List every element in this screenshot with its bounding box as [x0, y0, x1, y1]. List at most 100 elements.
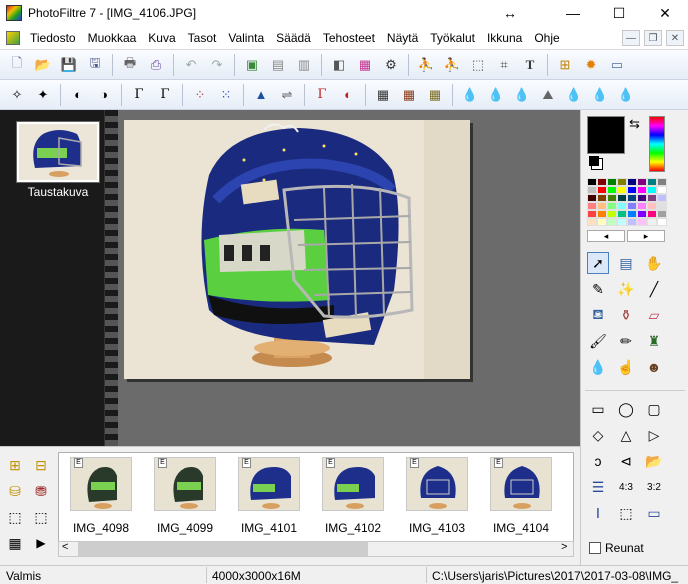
transform-select-icon[interactable]: ⬚: [615, 502, 637, 524]
polygon-lasso-icon[interactable]: ⊲: [615, 450, 637, 472]
pointer-tool-icon[interactable]: ➚: [587, 252, 609, 274]
drop-filter-3-icon[interactable]: 💧: [511, 84, 533, 106]
menu-tyokalut[interactable]: Työkalut: [424, 31, 481, 45]
color-swatch[interactable]: [607, 202, 617, 210]
color-swatch[interactable]: [617, 194, 627, 202]
menu-kuva[interactable]: Kuva: [142, 31, 181, 45]
color-grid-icon[interactable]: ▦: [354, 54, 376, 76]
tree-folder-icon[interactable]: ⊞: [4, 454, 26, 476]
menu-tehosteet[interactable]: Tehosteet: [317, 31, 381, 45]
color-swatch[interactable]: [617, 186, 627, 194]
menu-valinta[interactable]: Valinta: [222, 31, 270, 45]
color-swatch[interactable]: [647, 202, 657, 210]
color-swatch[interactable]: [647, 178, 657, 186]
minimize-button[interactable]: —: [550, 0, 596, 26]
undo-icon[interactable]: ↶: [180, 54, 202, 76]
duplicate-icon[interactable]: ▥: [293, 54, 315, 76]
saturation-minus-icon[interactable]: ⁘: [189, 84, 211, 106]
eyedropper-icon[interactable]: ✎: [587, 278, 609, 300]
save-icon[interactable]: 💾: [58, 54, 80, 76]
drop-filter-4-icon[interactable]: 💧: [563, 84, 585, 106]
new-file-icon[interactable]: 🗋: [6, 54, 28, 76]
fill-bucket-icon[interactable]: ⛾: [587, 304, 609, 326]
color-swatch[interactable]: [657, 178, 667, 186]
automation-icon[interactable]: ⚙: [380, 54, 402, 76]
print-icon[interactable]: 🖶: [119, 54, 141, 76]
person-run-icon[interactable]: ⛹: [441, 54, 463, 76]
triangle-shape-icon[interactable]: △: [615, 424, 637, 446]
pattern-grid-2-icon[interactable]: ▦: [398, 84, 420, 106]
drop-filter-5-icon[interactable]: 💧: [589, 84, 611, 106]
swap-colors-icon[interactable]: ⇆: [629, 116, 640, 132]
smudge-finger-icon[interactable]: ☝: [615, 356, 637, 378]
mdi-restore-button[interactable]: ❐: [644, 30, 662, 46]
copy-icon[interactable]: ▤: [267, 54, 289, 76]
color-swatch[interactable]: [597, 186, 607, 194]
color-swatch[interactable]: [597, 210, 607, 218]
color-swatch[interactable]: [597, 218, 607, 226]
gradient-icon[interactable]: ◧: [328, 54, 350, 76]
color-swatch[interactable]: [657, 210, 667, 218]
color-swatch[interactable]: [637, 210, 647, 218]
menu-tasot[interactable]: Tasot: [182, 31, 223, 45]
spray-icon[interactable]: ⚱: [615, 304, 637, 326]
paste-image-icon[interactable]: ▣: [241, 54, 263, 76]
select-dashed-2-icon[interactable]: ⬚: [30, 506, 52, 528]
color-swatch[interactable]: [587, 186, 597, 194]
ellipse-shape-icon[interactable]: ◯: [615, 398, 637, 420]
grid-view-icon[interactable]: ▦: [4, 532, 26, 554]
hue-slider[interactable]: [649, 116, 665, 172]
menu-ohje[interactable]: Ohje: [528, 31, 565, 45]
color-swatch[interactable]: [657, 186, 667, 194]
scroll-left-arrow-icon[interactable]: <: [62, 541, 68, 553]
hand-tool-icon[interactable]: ✋: [643, 252, 665, 274]
menu-ikkuna[interactable]: Ikkuna: [481, 31, 528, 45]
auto-contrast-icon[interactable]: ◐: [337, 84, 359, 106]
brush-icon[interactable]: 🖌: [587, 330, 609, 352]
scan-icon[interactable]: ⎙: [145, 54, 167, 76]
levels-icon[interactable]: ▲: [250, 84, 272, 106]
blur-drop-icon[interactable]: 💧: [587, 356, 609, 378]
folder-view-icon[interactable]: ⊟: [30, 454, 52, 476]
color-swatch[interactable]: [637, 178, 647, 186]
mountain-filter-icon[interactable]: ⛰: [537, 84, 559, 106]
color-swatch[interactable]: [637, 218, 647, 226]
color-swatch[interactable]: [637, 202, 647, 210]
layer-thumbnail[interactable]: [17, 122, 99, 182]
color-swatch[interactable]: [647, 186, 657, 194]
color-swatch[interactable]: [657, 194, 667, 202]
open-folder-small-icon[interactable]: ⛁: [4, 480, 26, 502]
ratio-3-2-icon[interactable]: 3:2: [643, 476, 665, 498]
color-swatch[interactable]: [607, 186, 617, 194]
plugin-gear-icon[interactable]: ✹: [580, 54, 602, 76]
open-folder-icon[interactable]: 📂: [32, 54, 54, 76]
line-tool-icon[interactable]: ╱: [643, 278, 665, 300]
color-swatch[interactable]: [627, 218, 637, 226]
color-swatch[interactable]: [627, 178, 637, 186]
window-layout-icon[interactable]: ▭: [606, 54, 628, 76]
triangle-right-shape-icon[interactable]: ▷: [643, 424, 665, 446]
color-swatch[interactable]: [587, 202, 597, 210]
contrast-plus-icon[interactable]: ◑: [93, 84, 115, 106]
text-tool-icon[interactable]: T: [519, 54, 541, 76]
scrollbar-thumb[interactable]: [78, 542, 368, 556]
drop-filter-1-icon[interactable]: 💧: [459, 84, 481, 106]
selection-frame-icon[interactable]: ⬚: [467, 54, 489, 76]
reset-colors-icon[interactable]: [589, 156, 599, 166]
eraser-icon[interactable]: ▱: [643, 304, 665, 326]
color-swatch[interactable]: [607, 194, 617, 202]
curves-icon[interactable]: ⇌: [276, 84, 298, 106]
clone-portrait-icon[interactable]: ☻: [643, 356, 665, 378]
color-swatch[interactable]: [597, 202, 607, 210]
contrast-minus-icon[interactable]: ◐: [67, 84, 89, 106]
menu-muokkaa[interactable]: Muokkaa: [82, 31, 143, 45]
color-swatches[interactable]: [587, 178, 667, 228]
stamp-icon[interactable]: ♜: [643, 330, 665, 352]
color-swatch[interactable]: [637, 186, 647, 194]
menu-nayta[interactable]: Näytä: [381, 31, 424, 45]
ratio-4-3-icon[interactable]: 4:3: [615, 476, 637, 498]
select-dashed-icon[interactable]: ⬚: [4, 506, 26, 528]
hierarchy-icon[interactable]: ⊞: [554, 54, 576, 76]
saturation-plus-icon[interactable]: ⁙: [215, 84, 237, 106]
color-swatch[interactable]: [627, 210, 637, 218]
